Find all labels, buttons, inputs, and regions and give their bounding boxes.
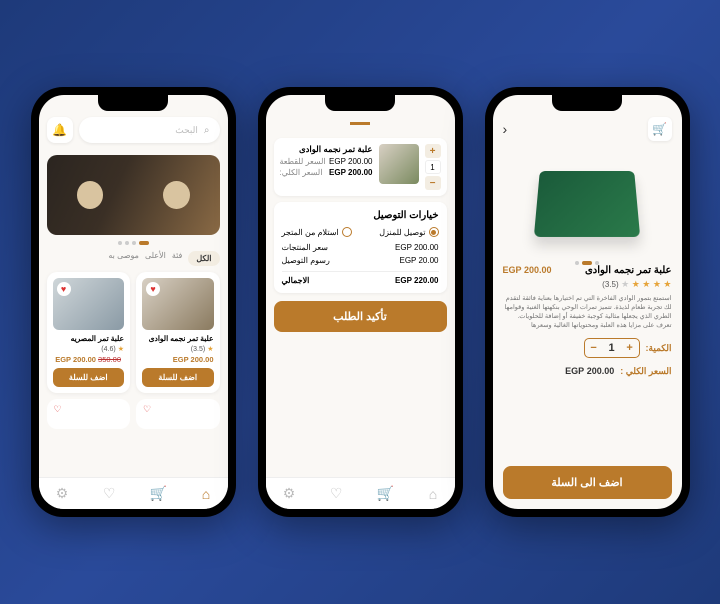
product-price: EGP 200.00: [142, 355, 214, 364]
rating: ★(3.5): [142, 345, 214, 353]
qty-minus-button[interactable]: −: [425, 176, 441, 190]
nav-settings-icon[interactable]: ⚙: [56, 485, 69, 502]
cart-button[interactable]: 🛒: [648, 117, 672, 141]
tab-recommended[interactable]: موصى به: [108, 251, 139, 266]
confirm-order-button[interactable]: تأكيد الطلب: [274, 301, 447, 332]
quantity-row: الكمية: + 1 −: [503, 338, 672, 358]
rating: ★(4.6): [53, 345, 125, 353]
qty-value: 1: [425, 160, 441, 174]
total-price: السعر الكلي : 200.00 EGP: [503, 366, 672, 377]
product-card[interactable]: ♥ علبة تمر نجمه الوادى ★(3.5) EGP 200.00…: [136, 272, 220, 393]
phone-detail: 🛒 ‹ علبة تمر نجمه الوادى 200.00 EGP ★ ★ …: [485, 87, 690, 517]
radio-store-pickup[interactable]: استلام من المتجر: [282, 227, 352, 237]
favorite-button[interactable]: ♥: [57, 282, 71, 296]
product-grid: ♥ علبة تمر نجمه الوادى ★(3.5) EGP 200.00…: [39, 272, 228, 393]
search-input[interactable]: ⌕ البحث: [79, 117, 220, 143]
qty-plus-button[interactable]: +: [425, 144, 441, 158]
rating-stars: ★ ★ ★ ★ ★ (3.5): [503, 279, 672, 290]
tab-category[interactable]: فئة: [172, 251, 183, 266]
cart-item: + 1 − علبة تمر نجمه الوادى EGP 200.00الس…: [274, 138, 447, 196]
phone-home: ⌕ البحث 🔔 الكل فئة الأعلى موصى به ♥ علبة…: [31, 87, 236, 517]
product-image: [493, 147, 682, 257]
nav-cart-icon[interactable]: 🛒: [150, 485, 167, 502]
search-icon: ⌕: [204, 125, 210, 136]
bottom-nav: ⌂ 🛒 ♡ ⚙: [39, 477, 228, 509]
product-card[interactable]: ♡: [136, 399, 220, 429]
topbar: ▬▬: [266, 95, 455, 134]
product-card[interactable]: ♡: [47, 399, 131, 429]
favorite-button[interactable]: ♡: [140, 402, 154, 416]
nav-favorites-icon[interactable]: ♡: [330, 485, 343, 502]
add-to-cart-button[interactable]: اضف للسلة: [142, 368, 214, 387]
cart-item-image: [379, 144, 419, 184]
product-title: علبة تمر نجمه الوادى: [142, 334, 214, 343]
nav-home-icon[interactable]: ⌂: [429, 486, 437, 502]
product-title: علبة تمر المصريه: [53, 334, 125, 343]
bottom-nav: ⌂ 🛒 ♡ ⚙: [266, 477, 455, 509]
add-to-cart-button[interactable]: اضف للسلة: [53, 368, 125, 387]
qty-plus-button[interactable]: +: [621, 339, 639, 357]
product-price: 200.00 EGP: [503, 265, 552, 275]
phone-cart: ▬▬ + 1 − علبة تمر نجمه الوادى EGP 200.00…: [258, 87, 463, 517]
topbar: ⌕ البحث 🔔: [39, 95, 228, 149]
favorite-button[interactable]: ♥: [146, 282, 160, 296]
delivery-section: خيارات التوصيل توصيل للمنزل استلام من ال…: [274, 202, 447, 293]
qty-value: 1: [603, 339, 621, 357]
cart-item-title: علبة تمر نجمه الوادى: [280, 144, 373, 155]
search-placeholder: البحث: [175, 125, 198, 136]
product-header: علبة تمر نجمه الوادى 200.00 EGP: [503, 265, 672, 276]
favorite-button[interactable]: ♡: [51, 402, 65, 416]
nav-settings-icon[interactable]: ⚙: [283, 485, 296, 502]
tab-top[interactable]: الأعلى: [145, 251, 166, 266]
notification-button[interactable]: 🔔: [47, 117, 73, 143]
hero-banner[interactable]: [47, 155, 220, 235]
bell-icon: 🔔: [52, 123, 67, 137]
nav-favorites-icon[interactable]: ♡: [103, 485, 116, 502]
nav-home-icon[interactable]: ⌂: [202, 486, 210, 502]
radio-home-delivery[interactable]: توصيل للمنزل: [379, 227, 438, 237]
product-card[interactable]: ♥ علبة تمر المصريه ★(4.6) EGP 200.00 350…: [47, 272, 131, 393]
add-to-cart-button[interactable]: اضف الى السلة: [503, 466, 672, 499]
nav-cart-icon[interactable]: 🛒: [377, 485, 394, 502]
product-description: استمتع بتمور الوادي الفاخرة التي تم اختي…: [503, 294, 672, 330]
section-title: خيارات التوصيل: [282, 210, 439, 221]
back-button[interactable]: ‹: [503, 121, 508, 137]
product-price: EGP 200.00 350.00: [53, 355, 125, 364]
qty-minus-button[interactable]: −: [585, 339, 603, 357]
category-tabs: الكل فئة الأعلى موصى به: [39, 245, 228, 272]
brand-logo: ▬▬: [350, 117, 370, 128]
tab-all[interactable]: الكل: [188, 251, 219, 266]
